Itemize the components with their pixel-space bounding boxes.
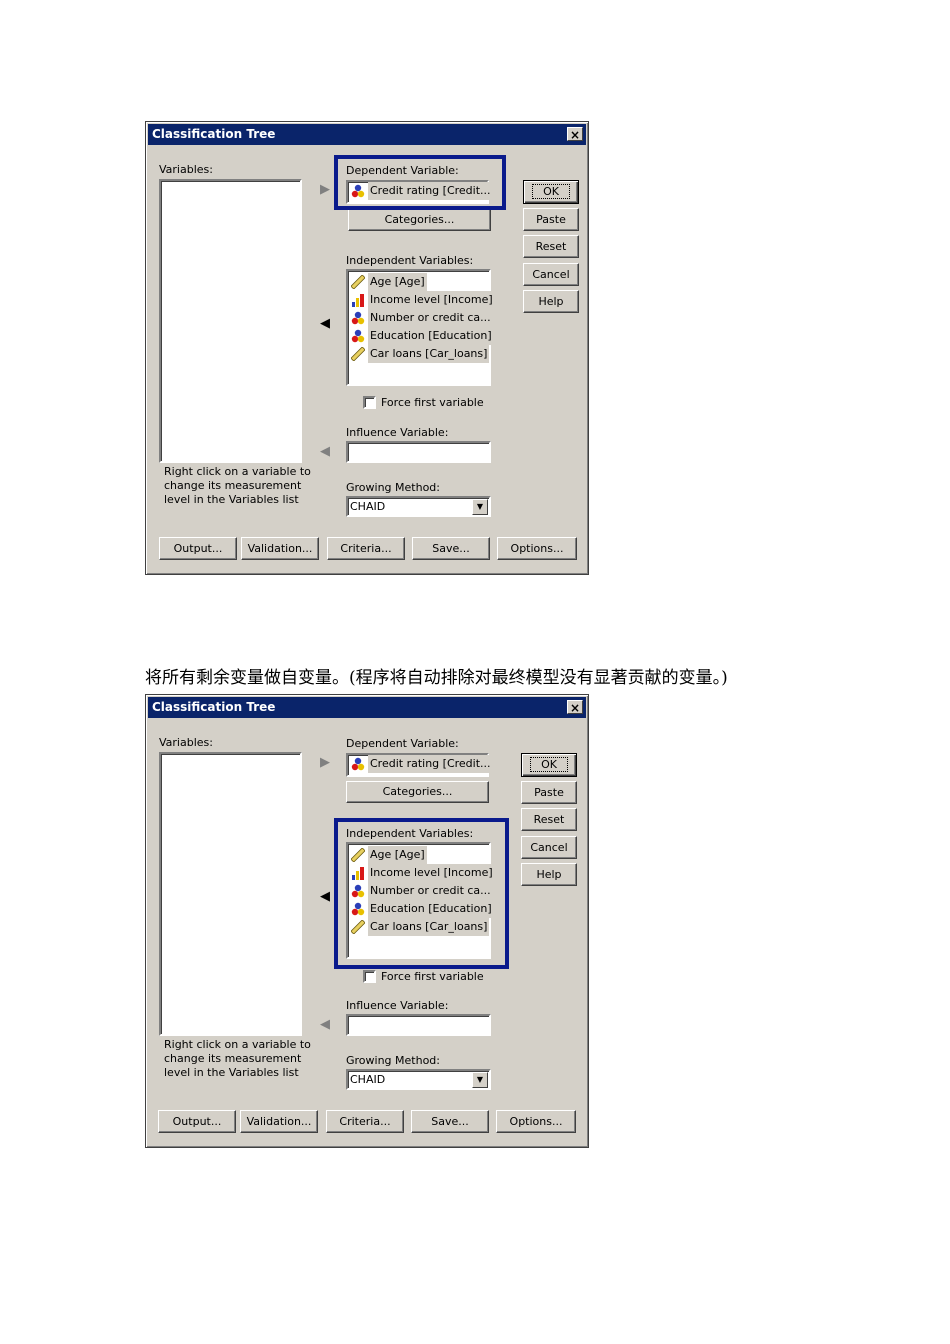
validation-button[interactable]: Validation... xyxy=(240,1110,318,1133)
categories-button[interactable]: Categories... xyxy=(346,781,489,803)
nominal-balls-icon xyxy=(351,329,365,343)
growing-method-value: CHAID xyxy=(350,1073,386,1086)
ok-button[interactable]: OK xyxy=(523,180,579,204)
chevron-down-icon[interactable]: ▼ xyxy=(472,1072,488,1088)
influence-variable-field[interactable] xyxy=(346,441,491,463)
caption-text: 将所有剩余变量做自变量。(程序将自动排除对最终模型没有显著贡献的变量。) xyxy=(145,668,728,688)
move-left-arrow-icon[interactable]: ◀ xyxy=(320,316,330,331)
validation-button[interactable]: Validation... xyxy=(241,537,319,560)
help-text: Right click on a variable to change its … xyxy=(164,1038,311,1079)
move-left-arrow-icon[interactable]: ◀ xyxy=(320,1017,330,1032)
force-first-variable-checkbox[interactable] xyxy=(363,396,376,409)
influence-variable-label: Influence Variable: xyxy=(346,999,449,1012)
save-button[interactable]: Save... xyxy=(411,1110,489,1133)
criteria-button[interactable]: Criteria... xyxy=(326,1110,404,1133)
growing-method-select[interactable]: CHAID ▼ xyxy=(346,1069,491,1090)
list-item[interactable]: Income level [Income] xyxy=(348,291,495,309)
independent-variables-label: Independent Variables: xyxy=(346,254,474,267)
growing-method-label: Growing Method: xyxy=(346,1054,440,1067)
chevron-down-icon[interactable]: ▼ xyxy=(472,499,488,515)
list-item[interactable]: Education [Education] xyxy=(348,327,494,345)
variables-list[interactable] xyxy=(159,752,302,1036)
move-left-arrow-icon[interactable]: ◀ xyxy=(320,444,330,459)
ok-button[interactable]: OK xyxy=(521,753,577,777)
list-item[interactable]: Age [Age] xyxy=(348,273,489,291)
nominal-balls-icon xyxy=(351,311,365,325)
help-button[interactable]: Help xyxy=(521,863,577,886)
dialog-title-bar: Classification Tree × xyxy=(148,697,586,718)
growing-method-label: Growing Method: xyxy=(346,481,440,494)
independent-variables-list[interactable]: Age [Age] Income level [Income] Number o… xyxy=(346,269,495,386)
dialog-title: Classification Tree xyxy=(152,700,276,714)
save-button[interactable]: Save... xyxy=(412,537,490,560)
options-button[interactable]: Options... xyxy=(497,537,577,560)
force-first-variable-checkbox[interactable] xyxy=(363,970,376,983)
force-first-variable-label: Force first variable xyxy=(381,970,484,983)
dependent-variable-highlight-box xyxy=(334,155,506,210)
variables-label: Variables: xyxy=(159,736,213,749)
move-left-arrow-icon[interactable]: ◀ xyxy=(320,889,330,904)
independent-variables-highlight-box xyxy=(334,818,509,969)
options-button[interactable]: Options... xyxy=(496,1110,576,1133)
scale-ruler-icon xyxy=(351,275,365,289)
help-button[interactable]: Help xyxy=(523,290,579,313)
dialog-title-bar: Classification Tree × xyxy=(148,124,586,145)
cancel-button[interactable]: Cancel xyxy=(523,263,579,286)
force-first-variable-label: Force first variable xyxy=(381,396,484,409)
reset-button[interactable]: Reset xyxy=(521,808,577,831)
output-button[interactable]: Output... xyxy=(159,537,237,560)
paste-button[interactable]: Paste xyxy=(523,208,579,231)
growing-method-select[interactable]: CHAID ▼ xyxy=(346,496,491,517)
influence-variable-label: Influence Variable: xyxy=(346,426,449,439)
nominal-balls-icon xyxy=(351,757,365,771)
move-right-arrow-icon[interactable]: ▶ xyxy=(320,755,330,770)
close-icon[interactable]: × xyxy=(567,127,583,142)
growing-method-value: CHAID xyxy=(350,500,386,513)
move-right-arrow-icon[interactable]: ▶ xyxy=(320,182,330,197)
variables-label: Variables: xyxy=(159,163,213,176)
output-button[interactable]: Output... xyxy=(158,1110,236,1133)
dependent-variable-item[interactable]: Credit rating [Credit... xyxy=(348,755,493,773)
list-item[interactable]: Car loans [Car_loans] xyxy=(348,345,490,363)
ordinal-bars-icon xyxy=(352,294,364,307)
dialog-title: Classification Tree xyxy=(152,127,276,141)
dependent-variable-label: Dependent Variable: xyxy=(346,737,459,750)
influence-variable-field[interactable] xyxy=(346,1014,491,1036)
help-text: Right click on a variable to change its … xyxy=(164,465,311,506)
variables-list[interactable] xyxy=(159,179,302,463)
cancel-button[interactable]: Cancel xyxy=(521,836,577,859)
paste-button[interactable]: Paste xyxy=(521,781,577,804)
criteria-button[interactable]: Criteria... xyxy=(327,537,405,560)
list-item[interactable]: Number or credit ca... xyxy=(348,309,493,327)
reset-button[interactable]: Reset xyxy=(523,235,579,258)
categories-button[interactable]: Categories... xyxy=(348,209,491,231)
scale-ruler-icon xyxy=(351,347,365,361)
close-icon[interactable]: × xyxy=(567,700,583,715)
dependent-variable-field[interactable]: Credit rating [Credit... xyxy=(346,753,493,777)
